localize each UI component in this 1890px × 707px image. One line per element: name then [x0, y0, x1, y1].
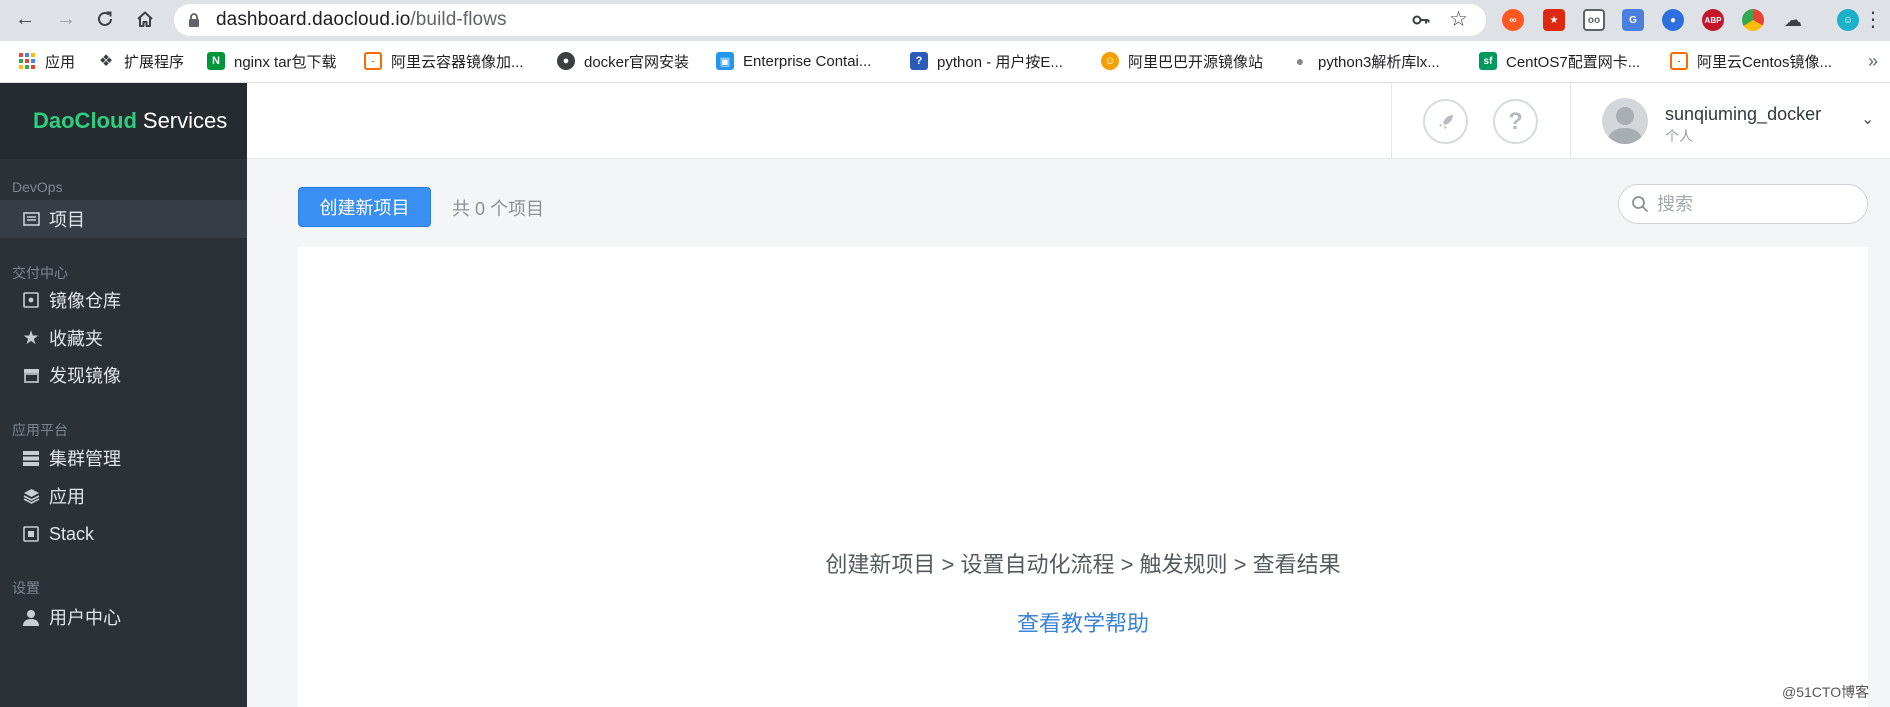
key-icon[interactable] — [1412, 12, 1430, 28]
aliyun-icon: - — [364, 52, 382, 70]
bookmark-centos-network[interactable]: sf CentOS7配置网卡... — [1479, 41, 1640, 81]
chevron-down-icon[interactable]: ⌄ — [1861, 109, 1874, 129]
section-devops: DevOps — [12, 179, 63, 195]
bookmark-apps[interactable]: 应用 — [18, 41, 75, 81]
forward-arrow-icon[interactable]: → — [53, 6, 79, 32]
project-count: 共 0 个项目 — [452, 199, 545, 219]
star-icon: ★ — [22, 327, 40, 349]
search-input[interactable] — [1657, 185, 1857, 223]
browser-toolbar: ← → dashboard.daocloud.io/build-flows ☆ … — [0, 0, 1890, 41]
bookmark-python-user[interactable]: ? python - 用户按E... — [910, 41, 1063, 81]
bookmark-nginx[interactable]: Nnginx tar包下载 — [207, 41, 337, 81]
brand-logo[interactable]: DaoCloud Services — [0, 83, 247, 159]
create-project-button[interactable]: 创建新项目 — [298, 187, 431, 227]
search-icon — [1632, 196, 1649, 213]
extension-translate-icon[interactable]: G — [1622, 9, 1644, 31]
store-icon — [22, 366, 40, 384]
user-icon — [22, 608, 40, 626]
extension-chrome-icon[interactable] — [1742, 9, 1764, 31]
github-icon: ● — [1295, 53, 1305, 69]
address-bar[interactable]: dashboard.daocloud.io/build-flows ☆ — [174, 4, 1486, 36]
search-box[interactable] — [1618, 184, 1868, 224]
help-icon[interactable]: ? — [1493, 99, 1538, 144]
bookmarks-overflow-icon[interactable]: » — [1868, 41, 1878, 81]
bookmark-python3-lxml[interactable]: ● python3解析库lx... — [1291, 41, 1440, 81]
aliyun-icon: - — [1670, 52, 1688, 70]
home-icon[interactable] — [132, 6, 158, 32]
bookmark-aliyun-registry[interactable]: - 阿里云容器镜像加... — [364, 41, 524, 81]
header-divider — [1570, 83, 1571, 159]
puzzle-icon: ❖ — [98, 53, 114, 70]
back-arrow-icon[interactable]: ← — [12, 6, 38, 32]
header-divider — [1391, 83, 1392, 159]
section-app-platform: 应用平台 — [12, 422, 68, 438]
user-type-label: 个人 — [1665, 128, 1693, 144]
projects-panel: 创建新项目 > 设置自动化流程 > 触发规则 > 查看结果 查看教学帮助 — [298, 247, 1868, 707]
layers-icon — [22, 487, 40, 505]
sidebar-item-applications[interactable]: 应用 — [0, 477, 247, 515]
bookmark-alibaba-mirror[interactable]: ☺ 阿里巴巴开源镜像站 — [1101, 41, 1263, 81]
server-icon — [22, 449, 40, 467]
sf-icon: sf — [1479, 52, 1497, 70]
sidebar-item-cluster-management[interactable]: 集群管理 — [0, 439, 247, 477]
watermark: @51CTO博客 — [1782, 684, 1870, 700]
extension-cloud-icon[interactable]: ☁ — [1782, 9, 1804, 31]
username[interactable]: sunqiuming_docker — [1665, 104, 1821, 125]
lock-icon — [189, 13, 199, 27]
bookmark-enterprise-container[interactable]: ▣ Enterprise Contai... — [716, 41, 871, 81]
bookmark-star-icon[interactable]: ☆ — [1449, 8, 1468, 32]
alibaba-icon: ☺ — [1101, 52, 1119, 70]
chat-icon: ? — [910, 52, 928, 70]
rocket-icon[interactable] — [1423, 99, 1468, 144]
list-icon — [22, 210, 40, 228]
app-header: ? sunqiuming_docker 个人 ⌄ — [247, 83, 1890, 159]
sidebar-item-user-center[interactable]: 用户中心 — [0, 598, 247, 636]
globe-icon: ● — [557, 52, 575, 70]
sidebar-item-stack[interactable]: Stack — [0, 515, 247, 553]
reload-icon[interactable] — [92, 6, 118, 32]
url-text: dashboard.daocloud.io/build-flows — [216, 9, 507, 30]
nginx-icon: N — [207, 52, 225, 70]
extension-china-flag-icon[interactable]: ★ — [1543, 9, 1565, 31]
tutorial-help-link[interactable]: 查看教学帮助 — [298, 606, 1868, 638]
extension-glasses-icon[interactable]: oo — [1583, 9, 1605, 31]
bookmark-docker-install[interactable]: ● docker官网安装 — [557, 41, 689, 81]
sidebar-item-discover-images[interactable]: 发现镜像 — [0, 356, 247, 394]
image-box-icon — [22, 291, 40, 309]
sidebar-item-favorites[interactable]: ★ 收藏夹 — [0, 319, 247, 357]
extension-firefox-icon[interactable]: ● — [1662, 9, 1684, 31]
section-settings: 设置 — [12, 580, 40, 596]
bookmark-aliyun-centos[interactable]: - 阿里云Centos镜像... — [1670, 41, 1832, 81]
avatar[interactable] — [1602, 98, 1648, 144]
extension-infinity-icon[interactable]: ∞ — [1502, 9, 1524, 31]
profile-avatar-icon[interactable]: ☺ — [1837, 9, 1859, 31]
section-delivery: 交付中心 — [12, 265, 68, 281]
apps-grid-icon — [18, 52, 36, 70]
sidebar: DaoCloud Services DevOps 项目 交付中心 镜像仓库 ★ 收藏… — [0, 83, 247, 707]
sidebar-item-projects[interactable]: 项目 — [0, 200, 247, 238]
bookmarks-bar: 应用 ❖ 扩展程序 Nnginx tar包下载 - 阿里云容器镜像加... ● doc… — [0, 41, 1890, 83]
empty-state-steps: 创建新项目 > 设置自动化流程 > 触发规则 > 查看结果 — [825, 552, 1341, 577]
docker-icon: ▣ — [716, 52, 734, 70]
extension-abp-icon[interactable]: ABP — [1702, 9, 1724, 31]
chrome-menu-icon[interactable]: ⋮ — [1860, 6, 1886, 32]
stack-icon — [22, 525, 40, 543]
sidebar-item-image-registry[interactable]: 镜像仓库 — [0, 281, 247, 319]
bookmark-extensions[interactable]: ❖ 扩展程序 — [97, 41, 184, 81]
